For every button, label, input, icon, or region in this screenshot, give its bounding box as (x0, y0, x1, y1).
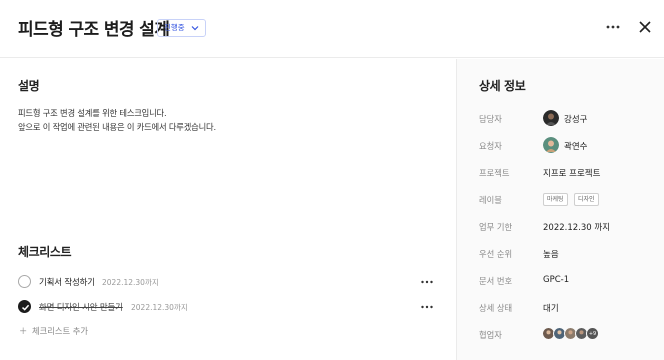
checkbox[interactable] (18, 275, 31, 288)
checkbox-checked[interactable] (18, 300, 31, 313)
project-value[interactable]: 지프로 프로젝트 (543, 167, 600, 179)
description-text[interactable]: 피드형 구조 변경 설계를 위한 테스크입니다. 앞으로 이 작업에 관련된 내… (18, 107, 216, 134)
main-panel: 설명 피드형 구조 변경 설계를 위한 테스크입니다. 앞으로 이 작업에 관련… (0, 59, 456, 360)
detail-status-value[interactable]: 대기 (543, 302, 559, 314)
requester-label: 요청자 (479, 141, 502, 151)
description-heading: 설명 (18, 79, 40, 93)
checklist-item-date: 2022.12.30까지 (102, 278, 159, 287)
details-heading: 상세 정보 (479, 79, 526, 93)
details-panel: 상세 정보 담당자 강성구 요청자 곽연수 프로젝트 지프로 프로젝트 레이블 … (456, 59, 664, 360)
close-icon[interactable] (634, 16, 656, 38)
add-checklist-label: 체크리스트 추가 (32, 326, 89, 336)
priority-value[interactable]: 높음 (543, 248, 559, 260)
status-label: 진행중 (164, 23, 185, 32)
assignee-label: 담당자 (479, 114, 502, 124)
checklist-item-date: 2022.12.30까지 (131, 303, 188, 312)
doc-number-label: 문서 번호 (479, 276, 513, 286)
checklist-item: 기획서 작성하기 2022.12.30까지 (18, 273, 438, 291)
project-label: 프로젝트 (479, 168, 510, 178)
checklist-item-text[interactable]: 기획서 작성하기 (39, 276, 95, 288)
description-line: 피드형 구조 변경 설계를 위한 테스크입니다. (18, 108, 167, 118)
check-icon (21, 304, 30, 311)
label-tag[interactable]: 마케팅 (543, 193, 568, 206)
checklist-heading: 체크리스트 (18, 245, 72, 259)
labels-label: 레이블 (479, 195, 502, 205)
collaborators-more-count: +9 (586, 327, 599, 340)
requester-avatar[interactable] (543, 137, 559, 153)
add-checklist-button[interactable]: ＋ 체크리스트 추가 (19, 325, 88, 337)
due-value[interactable]: 2022.12.30 까지 (543, 221, 610, 233)
more-horizontal-icon[interactable] (602, 16, 624, 38)
due-label: 업무 기한 (479, 222, 513, 232)
priority-label: 우선 순위 (479, 249, 513, 259)
doc-number-value: GPC-1 (543, 275, 570, 285)
card-header: 피드형 구조 변경 설계 진행중 (0, 0, 664, 58)
chevron-down-icon (191, 26, 199, 31)
plus-icon: ＋ (19, 326, 28, 336)
checklist-item: 화면 디자인 시안 만들기 2022.12.30까지 (18, 298, 438, 316)
assignee-name: 강성구 (564, 115, 588, 125)
description-line: 앞으로 이 작업에 관련된 내용은 이 카드에서 다루겠습니다. (18, 121, 216, 132)
assignee-avatar[interactable] (543, 110, 559, 126)
detail-status-label: 상세 상태 (479, 303, 513, 313)
checklist-item-text[interactable]: 화면 디자인 시안 만들기 (39, 301, 123, 313)
label-tag[interactable]: 디자인 (574, 193, 599, 206)
collaborators-label: 협업자 (479, 330, 502, 340)
page-title: 피드형 구조 변경 설계 (18, 20, 170, 40)
requester-name: 곽연수 (564, 142, 588, 152)
status-dropdown[interactable]: 진행중 (157, 19, 206, 37)
more-horizontal-icon[interactable] (420, 276, 434, 288)
more-horizontal-icon[interactable] (420, 301, 434, 313)
